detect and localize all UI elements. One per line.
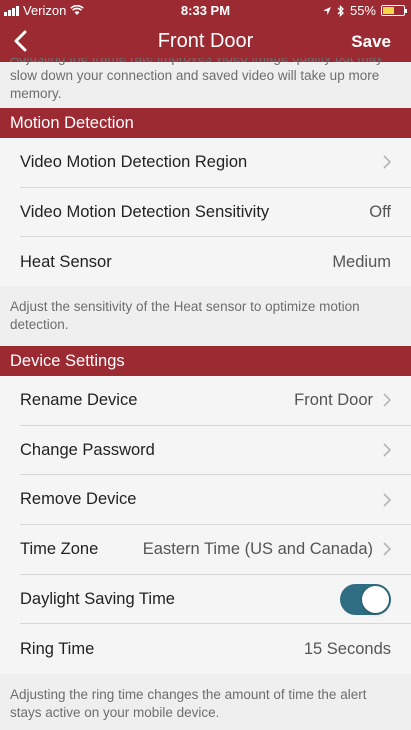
save-button[interactable]: Save xyxy=(351,32,391,52)
row-ring-time[interactable]: Ring Time 15 Seconds xyxy=(20,624,411,674)
bluetooth-icon xyxy=(337,4,344,17)
ring-time-note: Adjusting the ring time changes the amou… xyxy=(10,687,367,720)
status-right: 55% xyxy=(322,3,407,18)
heat-sensor-note: Adjust the sensitivity of the Heat senso… xyxy=(10,299,360,332)
row-value: 15 Seconds xyxy=(303,639,391,658)
row-value: Eastern Time (US and Canada) xyxy=(142,539,373,558)
row-label: Heat Sensor xyxy=(20,252,112,271)
row-heat-sensor[interactable]: Heat Sensor Medium xyxy=(20,237,411,287)
section-header-motion-detection: Motion Detection xyxy=(0,108,411,138)
row-video-motion-detection-sensitivity[interactable]: Video Motion Detection Sensitivity Off xyxy=(20,188,411,238)
chevron-right-icon xyxy=(383,393,391,407)
battery-percent: 55% xyxy=(349,3,376,18)
row-time-zone[interactable]: Time Zone Eastern Time (US and Canada) xyxy=(20,525,411,575)
location-icon xyxy=(322,6,331,15)
row-label: Remove Device xyxy=(20,490,137,509)
row-label: Change Password xyxy=(20,440,155,459)
nav-bar: Front Door Save xyxy=(0,22,411,62)
row-remove-device[interactable]: Remove Device xyxy=(20,475,411,526)
chevron-right-icon xyxy=(383,542,391,556)
row-value: Medium xyxy=(332,252,391,271)
device-settings-group: Rename Device Front Door Change Password… xyxy=(0,376,411,674)
row-value: Off xyxy=(369,202,391,221)
row-label: Time Zone xyxy=(20,539,99,558)
row-change-password[interactable]: Change Password xyxy=(20,426,411,476)
frame-rate-note: Adjusting the frame rate improves video … xyxy=(0,58,411,108)
row-label: Video Motion Detection Region xyxy=(20,152,248,171)
status-bar: Verizon 8:33 PM 55% xyxy=(0,0,411,22)
chevron-right-icon xyxy=(383,155,391,169)
row-label: Ring Time xyxy=(20,639,95,658)
battery-icon xyxy=(381,5,407,16)
row-daylight-saving-time: Daylight Saving Time xyxy=(20,575,411,625)
page-title: Front Door xyxy=(157,30,254,52)
row-label: Daylight Saving Time xyxy=(20,589,175,608)
chevron-right-icon xyxy=(383,443,391,457)
chevron-right-icon xyxy=(383,493,391,507)
frame-rate-note-text: Adjusting the frame rate improves video … xyxy=(10,58,383,101)
section-header-device-settings: Device Settings xyxy=(0,346,411,376)
motion-detection-group: Video Motion Detection Region Video Moti… xyxy=(0,138,411,286)
row-video-motion-detection-region[interactable]: Video Motion Detection Region xyxy=(20,138,411,188)
row-value: Front Door xyxy=(294,390,373,409)
row-label: Video Motion Detection Sensitivity xyxy=(20,202,270,221)
daylight-saving-toggle[interactable] xyxy=(340,583,391,615)
row-label: Rename Device xyxy=(20,390,138,409)
toggle-knob xyxy=(362,585,389,613)
row-rename-device[interactable]: Rename Device Front Door xyxy=(20,376,411,426)
